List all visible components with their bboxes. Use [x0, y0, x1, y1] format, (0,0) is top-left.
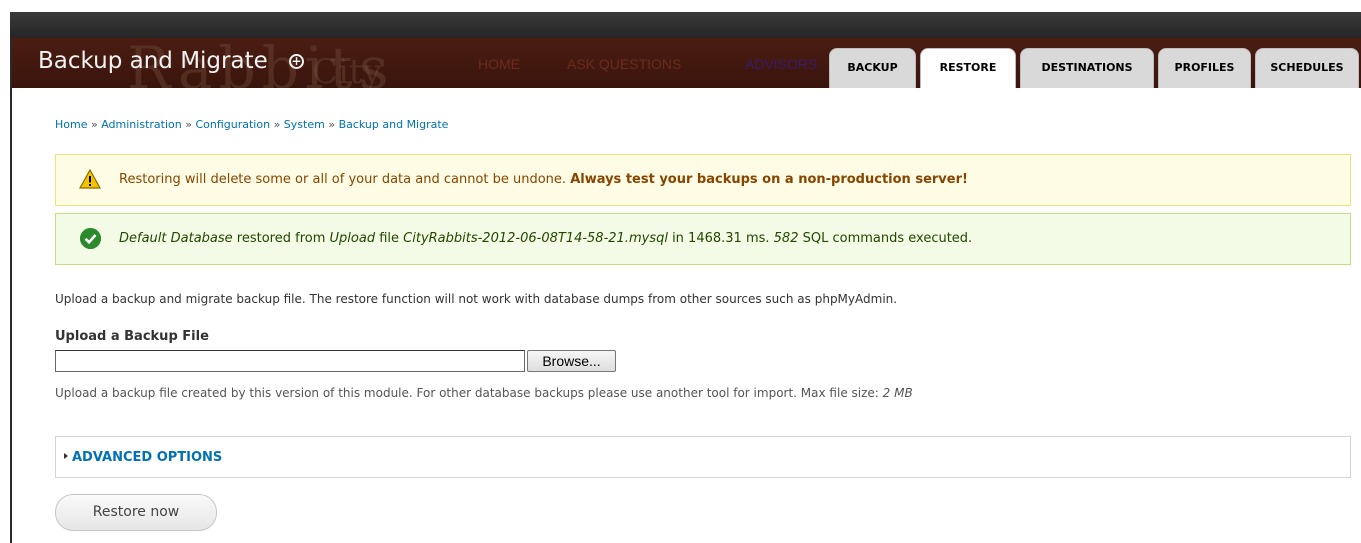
breadcrumb-configuration[interactable]: Configuration — [195, 118, 270, 131]
help-text: Upload a backup file created by this ver… — [55, 386, 883, 400]
status-source: Default Database — [119, 231, 233, 246]
page-description: Upload a backup and migrate backup file.… — [55, 292, 898, 306]
breadcrumb-home[interactable]: Home — [55, 118, 87, 131]
tab-backup[interactable]: BACKUP — [829, 48, 916, 88]
check-circle-icon — [80, 228, 101, 249]
warning-text: Restoring will delete some or all of you… — [119, 172, 571, 187]
advanced-options-fieldset: ADVANCED OPTIONS — [55, 436, 1351, 478]
status-command-count: 582 — [773, 231, 799, 246]
restore-now-button[interactable]: Restore now — [55, 494, 217, 531]
breadcrumb-administration[interactable]: Administration — [101, 118, 182, 131]
site-logo-art-city: City — [312, 52, 382, 88]
tab-profiles[interactable]: PROFILES — [1158, 48, 1251, 88]
status-filename: CityRabbits-2012-06-08T14-58-21.mysql — [403, 231, 668, 246]
advanced-options-toggle[interactable]: ADVANCED OPTIONS — [64, 450, 222, 465]
status-text: restored from — [232, 231, 330, 246]
plus-circle-icon[interactable]: + — [289, 54, 304, 69]
expand-triangle-icon — [64, 453, 68, 459]
upload-label: Upload a Backup File — [55, 329, 209, 344]
upload-help-text: Upload a backup file created by this ver… — [55, 386, 913, 400]
tab-schedules[interactable]: SCHEDULES — [1255, 48, 1359, 88]
status-destination: Upload — [329, 231, 376, 246]
browse-button[interactable]: Browse... — [527, 350, 616, 372]
left-border — [10, 38, 12, 543]
breadcrumb: Home » Administration » Configuration » … — [55, 118, 448, 131]
max-file-size: 2 MB — [882, 386, 913, 400]
status-text: file — [375, 231, 404, 246]
warning-bold-text: Always test your backups on a non-produc… — [570, 172, 968, 187]
breadcrumb-separator: » — [328, 118, 336, 131]
page-title: Backup and Migrate — [38, 48, 268, 74]
breadcrumb-backup-and-migrate[interactable]: Backup and Migrate — [339, 118, 449, 131]
breadcrumb-separator: » — [90, 118, 98, 131]
nav-ask-questions-link[interactable]: ASK QUESTIONS — [567, 56, 681, 72]
breadcrumb-separator: » — [185, 118, 192, 131]
upload-file-input[interactable] — [55, 350, 525, 372]
breadcrumb-system[interactable]: System — [284, 118, 325, 131]
status-text: SQL commands executed. — [798, 231, 973, 246]
top-strip — [0, 0, 1361, 12]
warning-message: Restoring will delete some or all of you… — [55, 154, 1351, 206]
breadcrumb-separator: » — [273, 118, 281, 131]
status-text: in 1468.31 ms. — [667, 231, 774, 246]
advanced-options-label: ADVANCED OPTIONS — [72, 450, 223, 465]
nav-advisors-link[interactable]: ADVISORS — [745, 56, 817, 72]
warning-triangle-icon — [79, 169, 101, 189]
tab-restore[interactable]: RESTORE — [920, 48, 1016, 88]
toolbar-bar — [10, 12, 1361, 38]
status-message: Default Database restored from Upload fi… — [55, 213, 1351, 265]
tab-destinations[interactable]: DESTINATIONS — [1020, 48, 1154, 88]
nav-home-link[interactable]: HOME — [478, 56, 520, 72]
